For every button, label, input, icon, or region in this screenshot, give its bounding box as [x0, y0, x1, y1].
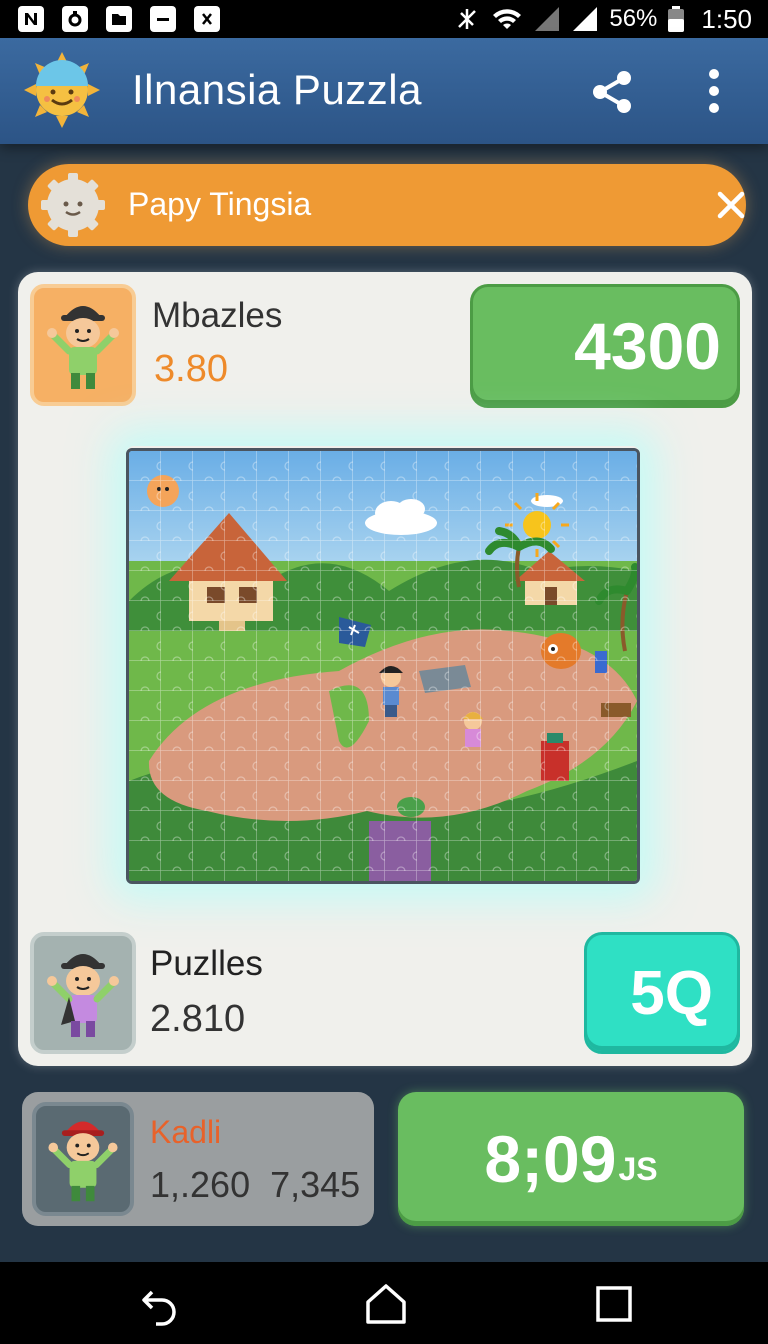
- notification-icons: [18, 6, 220, 32]
- timer-value: 8;09: [484, 1122, 617, 1196]
- navigation-bar: [0, 1262, 768, 1344]
- player-avatar: [30, 932, 136, 1054]
- character-icon: [47, 954, 119, 1037]
- gear-face-icon: [41, 173, 105, 237]
- notification-banner[interactable]: Papy Tingsia: [28, 164, 746, 246]
- leader-name: Kadli: [150, 1114, 222, 1150]
- timer-unit: JS: [618, 1150, 658, 1187]
- share-icon[interactable]: [588, 68, 636, 116]
- wifi-icon: [493, 9, 522, 29]
- home-icon[interactable]: [364, 1282, 408, 1326]
- score-value: 5Q: [630, 958, 713, 1028]
- app-bar: Ilnansia Puzzla: [0, 38, 768, 144]
- character-icon: [48, 1121, 118, 1202]
- game-card: Mbazles 3.80 4300 Puzlles 2.810 5Q: [18, 272, 752, 1066]
- folder-icon: [106, 6, 132, 32]
- camera-icon: [62, 6, 88, 32]
- score-button[interactable]: 4300: [470, 284, 740, 408]
- leader-scores: 1,.260 7,345: [150, 1164, 361, 1205]
- app-title: Ilnansia Puzzla: [132, 66, 422, 113]
- battery-icon: [668, 6, 685, 32]
- leaderboard-card[interactable]: Kadli 1,.260 7,345: [22, 1092, 374, 1226]
- player-name: Mbazles: [152, 296, 283, 335]
- minus-icon: [150, 6, 176, 32]
- score-button[interactable]: 5Q: [584, 932, 740, 1054]
- system-indicators: 56% 1:50: [453, 4, 752, 35]
- battery-percent: 56%: [609, 5, 658, 32]
- timer-button[interactable]: 8;09 JS: [398, 1092, 744, 1226]
- more-vertical-icon[interactable]: [696, 64, 732, 118]
- x-icon: [194, 6, 220, 32]
- status-bar: 56% 1:50: [0, 0, 768, 38]
- score-value: 4300: [574, 309, 721, 383]
- puzzle-image: [129, 451, 637, 881]
- banner-text: Papy Tingsia: [128, 186, 312, 222]
- no-signal-icon: [458, 9, 477, 29]
- signal-icon: [535, 7, 560, 31]
- signal-icon: [573, 7, 598, 31]
- character-icon: [47, 306, 119, 389]
- n-icon: [18, 6, 44, 32]
- player-score: 2.810: [150, 998, 246, 1040]
- player-score: 3.80: [154, 348, 228, 390]
- player-avatar: [32, 1102, 134, 1216]
- player-avatar: [30, 284, 136, 406]
- clock: 1:50: [701, 3, 752, 34]
- puzzle-board[interactable]: [126, 448, 640, 884]
- close-icon[interactable]: [708, 182, 754, 228]
- player-name: Puzlles: [150, 944, 263, 983]
- recents-icon[interactable]: [592, 1282, 636, 1326]
- back-icon[interactable]: [138, 1282, 182, 1326]
- sun-logo-icon: [24, 52, 100, 128]
